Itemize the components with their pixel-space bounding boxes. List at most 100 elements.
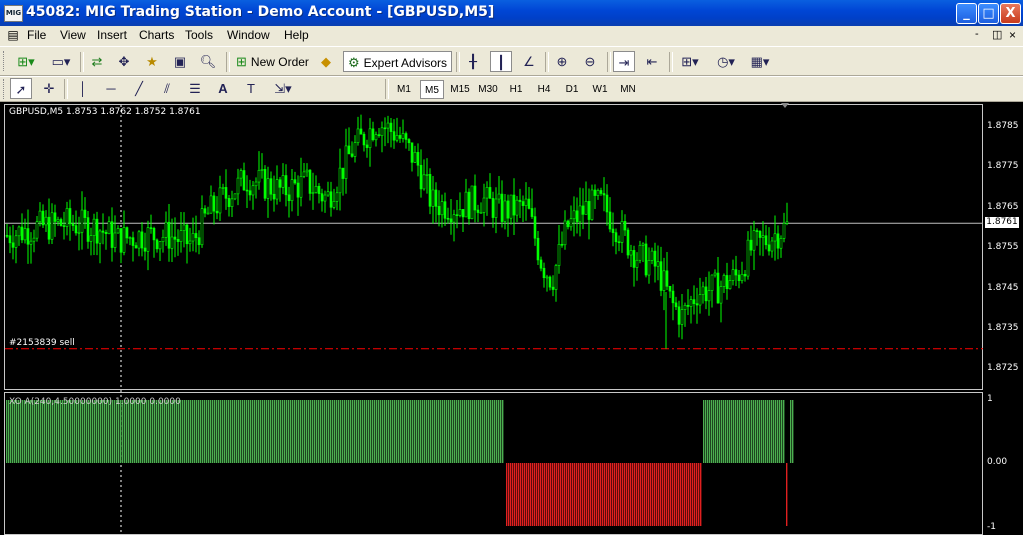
vertical-line-icon[interactable]: │	[72, 78, 94, 99]
indicator-bar	[234, 400, 236, 463]
indicator-bar	[28, 400, 30, 463]
trendline-icon[interactable]: ╱	[128, 78, 150, 99]
indicator-bar	[680, 463, 682, 526]
menu-view[interactable]: View	[60, 28, 86, 42]
timeframe-mn[interactable]: MN	[616, 80, 640, 99]
auto-scroll-icon[interactable]: ⇥	[613, 51, 635, 72]
indicator-bar	[422, 400, 424, 463]
equidistant-channel-icon[interactable]: ⫽	[156, 78, 178, 99]
horizontal-line-icon[interactable]: ─	[100, 78, 122, 99]
menu-insert[interactable]: Insert	[97, 28, 127, 42]
indicator-bar	[174, 400, 176, 463]
profiles-icon[interactable]: ▭▾	[46, 51, 76, 72]
indicator-bar	[48, 400, 50, 463]
toolbar-grip[interactable]	[3, 79, 7, 99]
bull-candle	[326, 191, 330, 196]
bear-candle	[359, 128, 363, 135]
navigator-icon[interactable]: ★	[141, 51, 163, 72]
minimize-button[interactable]: _	[956, 3, 977, 24]
indicator-bar	[140, 400, 142, 463]
toolbar-grip[interactable]	[3, 51, 7, 71]
indicators-icon[interactable]: ⊞▾	[675, 51, 705, 72]
timeframe-h1[interactable]: H1	[504, 80, 528, 99]
bear-candle	[134, 245, 138, 249]
timeframe-w1[interactable]: W1	[588, 80, 612, 99]
mdi-restore-button[interactable]: ◫	[992, 28, 1002, 41]
indicator-bar	[50, 400, 52, 463]
alert-icon[interactable]: ◆	[315, 51, 337, 72]
indicator-bar	[288, 400, 290, 463]
bear-candle	[248, 190, 252, 196]
bull-candle	[380, 127, 384, 137]
text-icon[interactable]: A	[212, 78, 234, 99]
indicator-bar	[454, 400, 456, 463]
strategy-tester-icon[interactable]: 🔍︎	[197, 51, 219, 72]
menu-window[interactable]: Window	[227, 28, 270, 42]
indicator-bar	[678, 463, 680, 526]
bear-candle	[197, 237, 201, 246]
maximize-button[interactable]: □	[978, 3, 999, 24]
menu-file[interactable]: File	[27, 28, 46, 42]
bull-candle	[770, 240, 774, 252]
text-label-icon[interactable]: T	[240, 78, 262, 99]
candlestick-chart-icon[interactable]: ┃	[490, 51, 512, 72]
menu-tools[interactable]: Tools	[185, 28, 213, 42]
line-chart-icon[interactable]: ∠	[518, 51, 540, 72]
timeframe-d1[interactable]: D1	[560, 80, 584, 99]
timeframe-m5[interactable]: M5	[420, 80, 444, 99]
data-window-icon[interactable]: ✥	[113, 51, 135, 72]
periods-icon[interactable]: ◷▾	[711, 51, 741, 72]
bear-candle	[329, 191, 333, 208]
zoom-in-icon[interactable]: ⊕	[551, 51, 573, 72]
indicator-bar	[108, 400, 110, 463]
bear-candle	[143, 247, 147, 252]
bull-candle	[56, 219, 60, 222]
indicator-bar	[110, 400, 112, 463]
bear-candle	[71, 223, 75, 226]
indicator-bar	[558, 463, 560, 526]
price-chart-svg[interactable]	[0, 102, 1023, 535]
indicator-bar	[202, 400, 204, 463]
indicator-bar	[598, 463, 600, 526]
bull-candle	[482, 197, 486, 213]
indicator-bar	[10, 400, 12, 463]
terminal-icon[interactable]: ▣	[169, 51, 191, 72]
indicator-bar	[731, 400, 733, 463]
bear-candle	[407, 139, 411, 144]
templates-icon[interactable]: ▦▾	[745, 51, 775, 72]
bear-candle	[743, 273, 747, 277]
new-chart-icon[interactable]: ⊞▾	[10, 51, 42, 72]
menu-help[interactable]: Help	[284, 28, 309, 42]
timeframe-m1[interactable]: M1	[392, 80, 416, 99]
timeframe-h4[interactable]: H4	[532, 80, 556, 99]
zoom-out-icon[interactable]: ⊖	[579, 51, 601, 72]
arrows-icon[interactable]: ⇲▾	[268, 78, 298, 99]
bear-candle	[575, 210, 579, 223]
crosshair-icon[interactable]: ✛	[38, 78, 60, 99]
chart-shift-icon[interactable]: ⇤	[641, 51, 663, 72]
mdi-close-button[interactable]: ×	[1009, 28, 1016, 42]
bear-candle	[776, 233, 780, 249]
timeframe-m30[interactable]: M30	[476, 80, 500, 99]
bar-chart-icon[interactable]: ╂	[462, 51, 484, 72]
bear-candle	[86, 217, 90, 242]
expert-advisors-button[interactable]: ⚙ Expert Advisors	[343, 51, 453, 72]
chart-window-icon[interactable]: ▤	[6, 28, 20, 42]
bear-candle	[119, 228, 123, 253]
toolbar-separator	[80, 52, 84, 72]
indicator-bar	[733, 400, 735, 463]
fibonacci-icon[interactable]: ☰	[184, 78, 206, 99]
market-watch-icon[interactable]: ⇄	[86, 51, 108, 72]
chart-area[interactable]: GBPUSD,M5 1.8753 1.8762 1.8752 1.8761 #2…	[0, 102, 1023, 535]
mdi-minimize-button[interactable]: -	[975, 28, 979, 40]
bear-candle	[725, 275, 729, 290]
toolbar-separator	[456, 52, 460, 72]
menu-charts[interactable]: Charts	[139, 28, 174, 42]
timeframe-m15[interactable]: M15	[448, 80, 472, 99]
bear-candle	[566, 220, 570, 228]
cursor-icon[interactable]: ➚	[10, 78, 32, 99]
bear-candle	[83, 209, 87, 218]
new-order-button[interactable]: ⊞ New Order	[232, 51, 313, 72]
bull-candle	[116, 228, 120, 234]
close-button[interactable]: X	[1000, 3, 1021, 24]
